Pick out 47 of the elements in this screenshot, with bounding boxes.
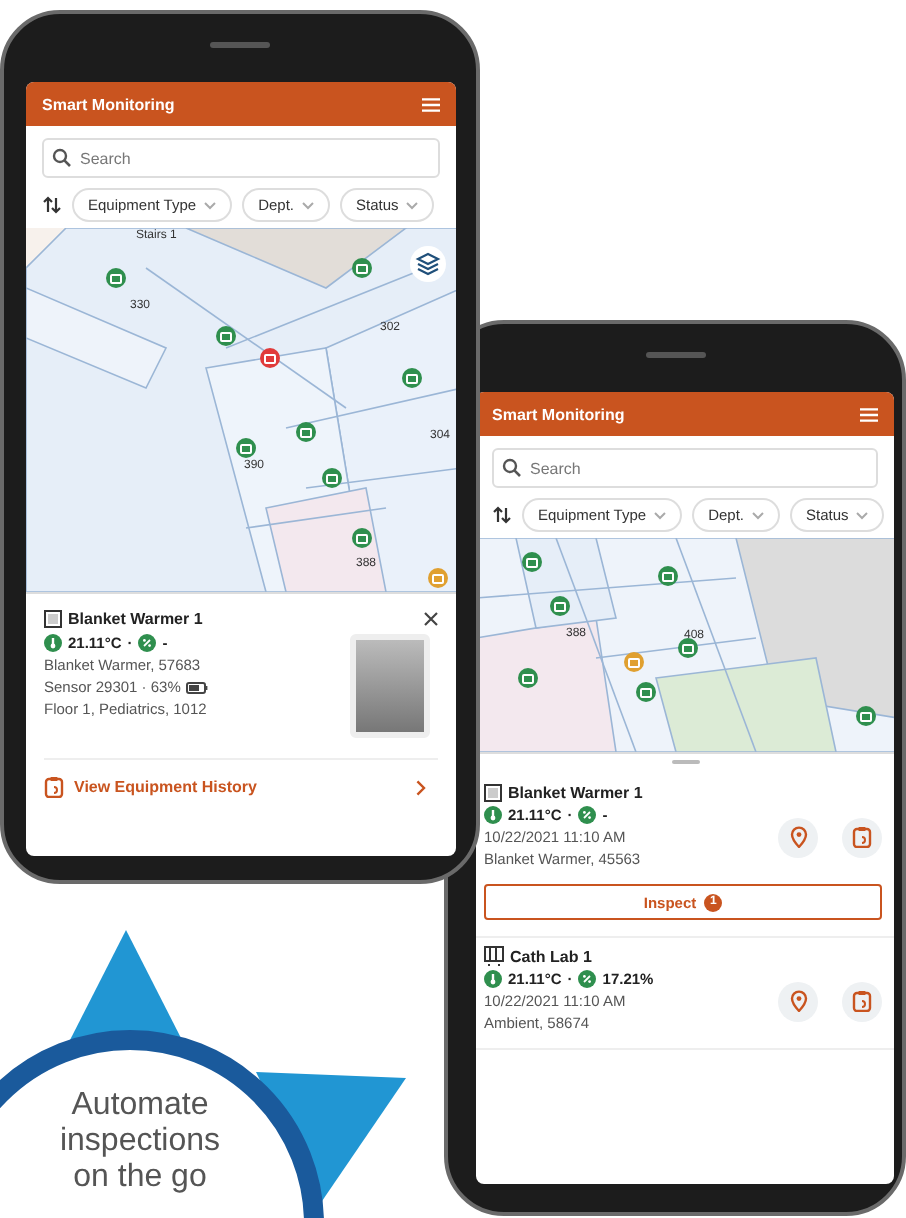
badge-text: Automate	[71, 1088, 209, 1124]
chevron-right-icon	[416, 779, 426, 795]
sort-icon[interactable]	[42, 196, 62, 214]
search-icon	[502, 458, 522, 478]
location-pin-icon	[789, 990, 807, 1012]
thermometer-icon	[44, 634, 62, 652]
sort-icon[interactable]	[492, 506, 512, 524]
caret-icon	[302, 201, 315, 209]
layers-button-icon[interactable]	[410, 246, 446, 282]
equipment-icon	[484, 784, 502, 802]
equipment-name: Blanket Warmer 1	[68, 610, 203, 628]
search-icon	[52, 148, 72, 168]
clipboard-icon	[852, 990, 872, 1012]
menu-icon[interactable]	[860, 407, 878, 421]
equipment-name: Blanket Warmer 1	[508, 784, 643, 802]
location-pin-icon	[789, 826, 807, 848]
humidity-icon	[138, 634, 157, 652]
app-title: Smart Monitoring	[492, 405, 625, 423]
badge-text: on the go	[73, 1160, 207, 1196]
thermometer-icon	[484, 970, 502, 988]
close-icon[interactable]	[424, 612, 438, 626]
badge-text: inspections	[59, 1124, 221, 1160]
app-title: Smart Monitoring	[42, 95, 175, 113]
thermometer-icon	[484, 806, 502, 824]
equipment-photo-placeholder	[350, 634, 430, 738]
menu-icon[interactable]	[422, 97, 440, 111]
caret-icon	[856, 511, 869, 519]
caret-icon	[204, 201, 217, 209]
clipboard-icon	[852, 826, 872, 848]
view-history-link[interactable]: View Equipment History	[44, 758, 438, 798]
equipment-icon	[44, 610, 62, 628]
search-field[interactable]: Search	[42, 138, 440, 178]
drag-handle[interactable]	[671, 760, 699, 764]
location-pin-button[interactable]	[778, 817, 818, 857]
search-field[interactable]: Search	[492, 448, 878, 488]
clipboard-button[interactable]	[842, 817, 882, 857]
equipment-name: Cath Lab 1	[510, 947, 592, 965]
humidity-icon	[578, 806, 597, 824]
caret-icon	[752, 511, 765, 519]
battery-icon	[186, 681, 209, 693]
location-pin-button[interactable]	[778, 981, 818, 1021]
clipboard-button[interactable]	[842, 981, 882, 1021]
clipboard-icon	[44, 776, 64, 798]
cart-icon	[484, 946, 504, 966]
caret-icon	[406, 201, 419, 209]
humidity-icon	[578, 970, 597, 988]
caret-icon	[654, 511, 667, 519]
